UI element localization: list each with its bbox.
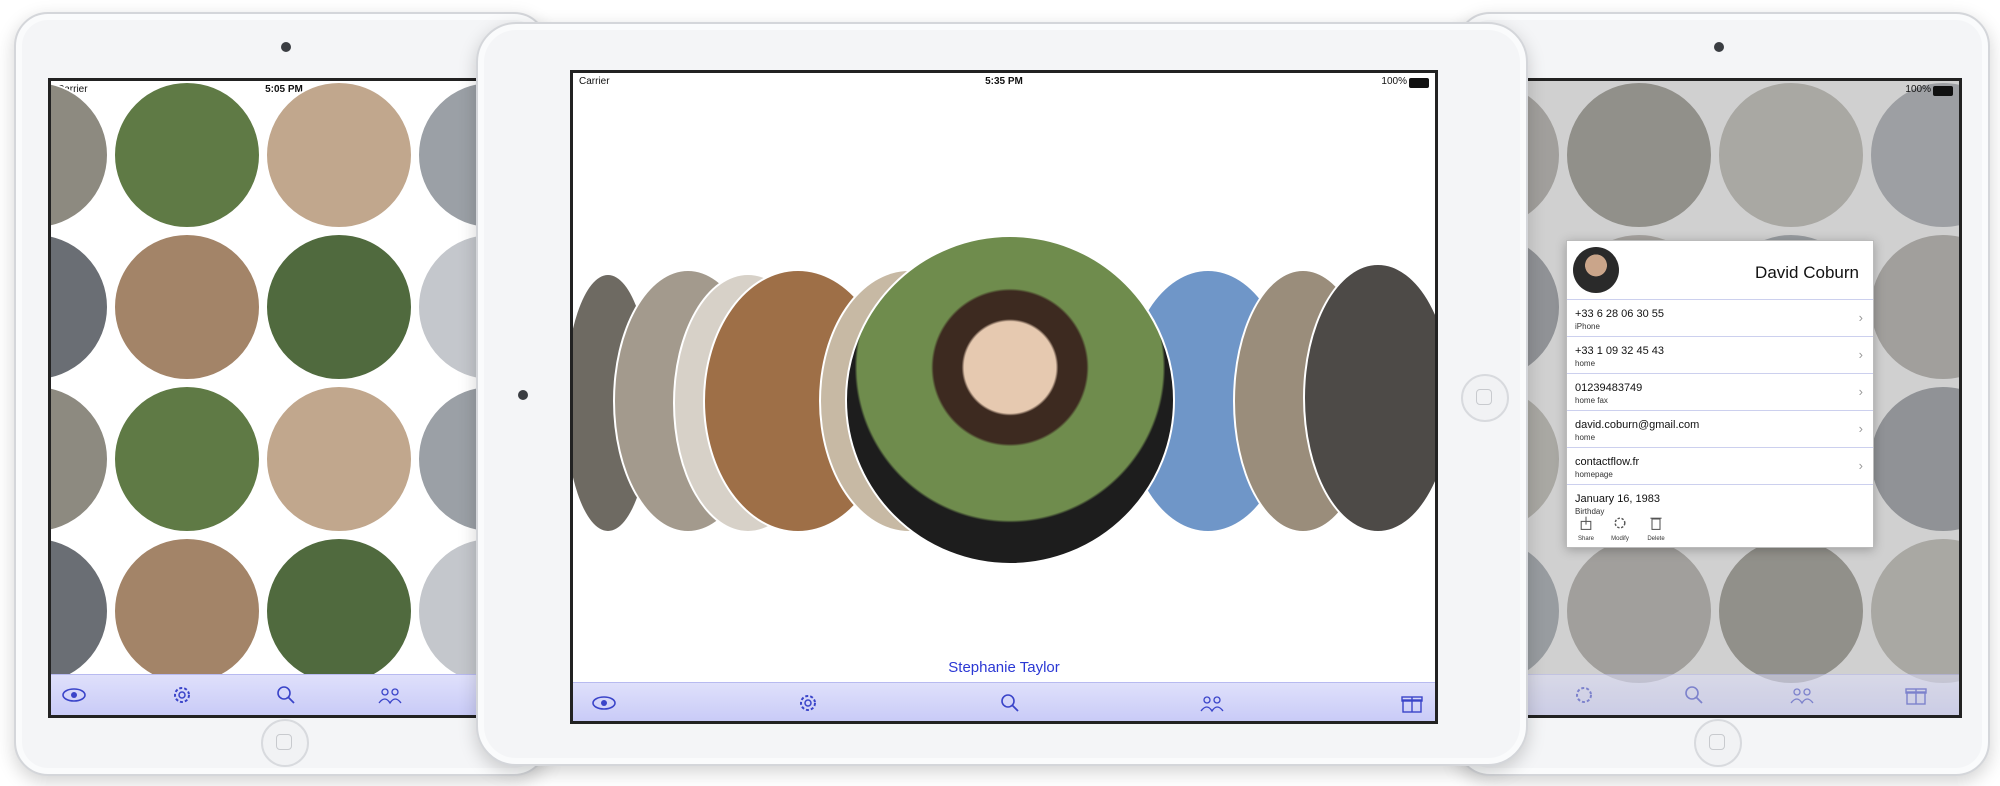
row-label: home — [1575, 359, 1596, 368]
row-value: January 16, 1983 — [1575, 493, 1661, 505]
modify-label: Modify — [1611, 536, 1629, 542]
chevron-right-icon: › — [1858, 384, 1863, 399]
tab-bar — [573, 682, 1435, 721]
home-button — [1461, 374, 1509, 422]
trash-icon — [1650, 517, 1662, 530]
search-icon[interactable] — [273, 683, 299, 707]
status-bar: Carrier 5:35 PM 100% — [573, 73, 1435, 91]
search-icon[interactable] — [997, 691, 1023, 715]
share-label: Share — [1577, 536, 1594, 542]
card-contact-name: David Coburn — [1755, 263, 1859, 282]
row-label: homepage — [1575, 470, 1613, 479]
card-row[interactable]: +33 6 28 06 30 55 iPhone › — [1567, 299, 1873, 336]
contact-photo[interactable] — [113, 385, 261, 533]
status-bar: 100% — [1493, 81, 1959, 99]
left-ipad: Carrier 5:05 PM — [14, 12, 548, 776]
selected-contact-photo[interactable] — [845, 235, 1175, 565]
delete-button[interactable]: Delete — [1641, 515, 1671, 542]
eye-icon[interactable] — [61, 683, 87, 707]
contact-photo[interactable] — [51, 233, 109, 381]
groups-icon[interactable] — [377, 683, 403, 707]
card-row[interactable]: david.coburn@gmail.com home › — [1567, 410, 1873, 447]
share-button[interactable]: Share — [1573, 515, 1599, 542]
contact-photo[interactable] — [51, 81, 109, 229]
chevron-right-icon: › — [1858, 347, 1863, 362]
row-label: home fax — [1575, 396, 1608, 405]
contact-photo[interactable] — [113, 537, 261, 685]
card-row[interactable]: January 16, 1983 Birthday — [1567, 484, 1873, 516]
row-label: home — [1575, 433, 1596, 442]
modify-button[interactable]: Modify — [1605, 515, 1635, 542]
contact-photo[interactable] — [265, 81, 413, 229]
center-screen: Carrier 5:35 PM 100% Stephanie Taylor — [570, 70, 1438, 724]
contact-photo[interactable] — [51, 537, 109, 685]
row-value: contactflow.fr — [1575, 456, 1640, 468]
contact-photo[interactable] — [265, 385, 413, 533]
groups-icon[interactable] — [1789, 683, 1815, 707]
gear-icon — [1614, 517, 1626, 529]
eye-icon[interactable] — [591, 691, 617, 715]
card-row[interactable]: +33 1 09 32 45 43 home › — [1567, 336, 1873, 373]
contact-photo[interactable] — [113, 81, 261, 229]
camera — [1714, 42, 1724, 52]
card-header: David Coburn — [1567, 241, 1873, 299]
camera — [281, 42, 291, 52]
battery-label: 100% — [1381, 76, 1407, 87]
camera — [518, 390, 528, 400]
card-row[interactable]: 01239483749 home fax › — [1567, 373, 1873, 410]
battery-icon — [1409, 78, 1429, 88]
contact-photo[interactable] — [265, 537, 413, 685]
status-time: 5:05 PM — [265, 84, 303, 95]
battery-label: 100% — [1905, 84, 1931, 95]
search-icon[interactable] — [1681, 683, 1707, 707]
card-actions: Share Modify Delete — [1567, 513, 1873, 547]
center-ipad: Carrier 5:35 PM 100% Stephanie Taylor — [476, 22, 1528, 766]
contact-photo[interactable] — [51, 385, 109, 533]
share-icon — [1580, 516, 1592, 530]
contact-photo[interactable] — [113, 233, 261, 381]
avatar — [1573, 247, 1619, 293]
selected-contact-name[interactable]: Stephanie Taylor — [573, 659, 1435, 676]
chevron-right-icon: › — [1858, 310, 1863, 325]
tab-bar — [1493, 674, 1959, 715]
left-screen: Carrier 5:05 PM — [48, 78, 520, 718]
gift-icon[interactable] — [1399, 691, 1425, 715]
gift-icon[interactable] — [1903, 683, 1929, 707]
card-row[interactable]: contactflow.fr homepage › — [1567, 447, 1873, 484]
battery-icon — [1933, 86, 1953, 96]
contact-card: David Coburn +33 6 28 06 30 55 iPhone › +33… — [1566, 240, 1874, 548]
card-rows: +33 6 28 06 30 55 iPhone › +33 1 09 32 45 4… — [1567, 299, 1873, 516]
home-button — [1694, 719, 1742, 767]
row-label: iPhone — [1575, 322, 1600, 331]
gear-icon[interactable] — [795, 691, 821, 715]
home-button — [261, 719, 309, 767]
row-value: +33 1 09 32 45 43 — [1575, 345, 1664, 357]
status-time: 5:35 PM — [985, 76, 1023, 87]
tab-bar — [51, 674, 517, 715]
delete-label: Delete — [1647, 536, 1665, 542]
chevron-right-icon: › — [1858, 421, 1863, 436]
groups-icon[interactable] — [1199, 691, 1225, 715]
gear-icon[interactable] — [169, 683, 195, 707]
row-value: +33 6 28 06 30 55 — [1575, 308, 1664, 320]
chevron-right-icon: › — [1858, 458, 1863, 473]
contact-photo[interactable] — [265, 233, 413, 381]
gear-icon[interactable] — [1571, 683, 1597, 707]
row-value: david.coburn@gmail.com — [1575, 419, 1700, 431]
row-value: 01239483749 — [1575, 382, 1643, 394]
